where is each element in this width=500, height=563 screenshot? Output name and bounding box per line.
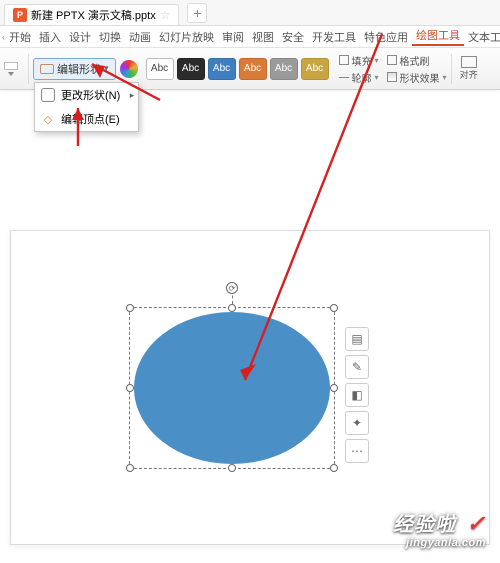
dropdown-change-shape[interactable]: 更改形状(N) ▸ (35, 83, 138, 107)
edit-shape-icon (40, 64, 54, 74)
document-tab-title: 新建 PPTX 演示文稿.pptx (31, 7, 156, 23)
menu-bar: ‹ 开始 插入 设计 切换 动画 幻灯片放映 审阅 视图 安全 开发工具 特色应… (0, 26, 500, 48)
slide-canvas[interactable]: ⟳ ▤ ✎ ◧ ✦ ⋯ (10, 230, 490, 545)
format-painter-button[interactable]: 格式刷 (387, 53, 430, 68)
edit-vertices-label: 编辑顶点(E) (61, 111, 120, 127)
layer-tool[interactable]: ▤ (345, 327, 369, 351)
edit-shape-label: 编辑形状 (57, 61, 101, 77)
menu-slideshow[interactable]: 幻灯片放映 (155, 29, 218, 45)
resize-handle-e[interactable] (330, 384, 338, 392)
textbox-dropdown[interactable] (4, 62, 18, 76)
style-swatch-white[interactable]: Abc (146, 58, 174, 80)
separator (451, 54, 452, 84)
style-wheel-icon[interactable] (120, 60, 138, 78)
menu-drawing-tools[interactable]: 绘图工具 (412, 27, 464, 46)
style-swatch-gray[interactable]: Abc (270, 58, 298, 80)
change-shape-label: 更改形状(N) (61, 87, 120, 103)
favorite-icon[interactable]: ☆ (160, 8, 171, 22)
align-button[interactable]: 对齐 (460, 56, 478, 81)
rotation-handle[interactable]: ⟳ (226, 282, 238, 294)
resize-handle-ne[interactable] (330, 304, 338, 312)
fill-icon (339, 55, 349, 65)
document-tab[interactable]: 新建 PPTX 演示文稿.pptx ☆ (4, 4, 179, 25)
menu-transition[interactable]: 切换 (95, 29, 125, 45)
pen-tool[interactable]: ✎ (345, 355, 369, 379)
chevron-right-icon: ▸ (130, 90, 135, 101)
separator (28, 54, 29, 84)
resize-handle-sw[interactable] (126, 464, 134, 472)
menu-insert[interactable]: 插入 (35, 29, 65, 45)
shape-style-gallery: Abc Abc Abc Abc Abc Abc (146, 58, 329, 80)
format-painter-icon (387, 55, 397, 65)
style-swatch-olive[interactable]: Abc (301, 58, 329, 80)
outline-icon (339, 77, 349, 78)
watermark: 经验啦 ✓ jingyanla.com (393, 508, 486, 549)
align-label: 对齐 (460, 68, 478, 81)
align-icon (461, 56, 477, 68)
ppt-icon (13, 8, 27, 22)
menu-view[interactable]: 视图 (248, 29, 278, 45)
menu-security[interactable]: 安全 (278, 29, 308, 45)
ellipse-shape[interactable] (134, 312, 330, 464)
effect-icon (387, 72, 397, 82)
ribbon-toolbar: 编辑形状 ▾ 更改形状(N) ▸ ◇ 编辑顶点(E) Abc Abc Abc A… (0, 48, 500, 90)
fill-button[interactable]: 填充▾ (339, 53, 379, 68)
shape-effect-label: 形状效果 (400, 70, 440, 85)
watermark-url: jingyanla.com (393, 537, 486, 549)
effects-tool[interactable]: ✦ (345, 411, 369, 435)
change-shape-icon (41, 88, 55, 102)
resize-handle-w[interactable] (126, 384, 134, 392)
style-swatch-orange[interactable]: Abc (239, 58, 267, 80)
resize-handle-s[interactable] (228, 464, 236, 472)
outline-label: 轮廓 (352, 70, 372, 85)
check-icon: ✓ (467, 511, 486, 536)
outline-button[interactable]: 轮廓▾ (339, 70, 379, 85)
fill-label: 填充 (352, 53, 372, 68)
resize-handle-nw[interactable] (126, 304, 134, 312)
menu-animation[interactable]: 动画 (125, 29, 155, 45)
document-tab-row: 新建 PPTX 演示文稿.pptx ☆ + (0, 0, 500, 26)
textbox-icon (4, 62, 18, 70)
floating-toolbar: ▤ ✎ ◧ ✦ ⋯ (345, 327, 369, 463)
menu-features[interactable]: 特色应用 (360, 29, 412, 45)
menu-text-tools[interactable]: 文本工具 (464, 29, 500, 45)
dropdown-edit-vertices[interactable]: ◇ 编辑顶点(E) (35, 107, 138, 131)
style-swatch-black[interactable]: Abc (177, 58, 205, 80)
watermark-brand: 经验啦 (393, 514, 456, 536)
more-tool[interactable]: ⋯ (345, 439, 369, 463)
resize-handle-n[interactable] (228, 304, 236, 312)
format-buttons: 填充▾ 格式刷 轮廓▾ 形状效果▾ (339, 53, 447, 85)
edit-shape-dropdown: 更改形状(N) ▸ ◇ 编辑顶点(E) (34, 82, 139, 132)
shape-selection[interactable]: ⟳ (129, 307, 335, 469)
fill-tool[interactable]: ◧ (345, 383, 369, 407)
style-swatch-blue[interactable]: Abc (208, 58, 236, 80)
menu-design[interactable]: 设计 (65, 29, 95, 45)
menu-start[interactable]: 开始 (5, 29, 35, 45)
shape-effect-button[interactable]: 形状效果▾ (387, 70, 447, 85)
edit-shape-button[interactable]: 编辑形状 ▾ (33, 58, 116, 80)
resize-handle-se[interactable] (330, 464, 338, 472)
add-tab-button[interactable]: + (187, 3, 207, 23)
menu-devtools[interactable]: 开发工具 (308, 29, 360, 45)
menu-review[interactable]: 审阅 (218, 29, 248, 45)
chevron-down-icon: ▾ (104, 63, 109, 74)
edit-vertices-icon: ◇ (41, 112, 55, 126)
format-painter-label: 格式刷 (400, 53, 430, 68)
chevron-down-icon (8, 72, 14, 76)
